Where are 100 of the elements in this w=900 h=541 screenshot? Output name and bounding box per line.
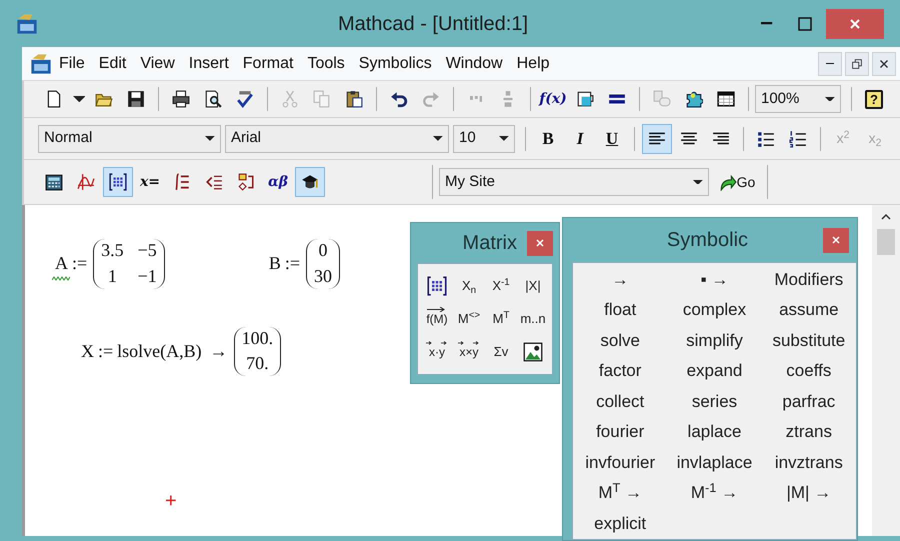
programming-icon <box>237 173 255 191</box>
symbolic-keyword-button[interactable]: invlaplace <box>667 447 762 478</box>
matrix-palette-button[interactable]: x·y <box>421 335 453 368</box>
menu-item[interactable]: Insert <box>182 52 236 76</box>
math-toolbar-button[interactable]: αβ <box>263 167 293 197</box>
vector-arrows-icon <box>457 341 481 346</box>
symbolic-keyword-button[interactable]: collect <box>573 386 668 416</box>
go-button[interactable]: Go <box>714 167 760 197</box>
matrix-palette-button[interactable]: M$^{<>}$ <box>453 302 485 335</box>
graduation-cap-icon <box>301 173 319 191</box>
text-style-button[interactable]: I <box>565 124 595 154</box>
symbolic-keyword-button[interactable]: Modifiers <box>762 264 856 294</box>
align-right-icon <box>712 130 730 148</box>
caret-icon <box>72 96 86 102</box>
menu-item[interactable]: View <box>133 52 182 76</box>
symbolic-keyword-button[interactable]: ztrans <box>762 416 856 447</box>
window-title: Mathcad - [Untitled:1] <box>336 12 530 36</box>
matrix-palette-button[interactable]: f(M) <box>421 302 453 335</box>
symbolic-keyword-button[interactable]: → <box>573 264 668 294</box>
image-icon <box>523 342 543 362</box>
menu-item[interactable]: File <box>52 52 92 76</box>
restore-button[interactable] <box>845 52 869 76</box>
spell-check-icon <box>236 90 254 108</box>
linked-documents-icon <box>653 90 671 108</box>
symbolic-keyword-button[interactable]: factor <box>573 356 668 386</box>
menu-item[interactable]: Tools <box>300 52 352 76</box>
variable-name: A <box>55 253 68 274</box>
print-preview-icon <box>204 90 222 108</box>
menu-item[interactable]: Format <box>236 52 300 76</box>
graph-icon <box>77 173 95 191</box>
matrix-element: 1 <box>106 266 118 287</box>
symbolic-keyword-button[interactable]: laplace <box>667 416 762 447</box>
matrix-element: −1 <box>138 266 157 287</box>
vector-arrows-icon <box>425 341 449 346</box>
symbolic-keyword-button[interactable]: parfrac <box>762 386 856 416</box>
font-dropdown[interactable]: Arial <box>225 124 449 152</box>
symbolic-keyword-button[interactable]: coeffs <box>762 356 856 386</box>
matrix-palette-button[interactable]: |X| <box>517 270 549 302</box>
menu-item[interactable]: Help <box>510 52 557 76</box>
help-button[interactable]: ? <box>859 84 889 114</box>
symbolic-keyword-button[interactable]: solve <box>573 325 668 356</box>
matrix-palette-button[interactable]: m..n <box>517 302 549 335</box>
matrix-palette-button[interactable]: Σv <box>485 335 517 368</box>
symbolic-keyword-button[interactable]: float <box>573 294 668 325</box>
bullet-list-icon <box>757 130 775 148</box>
matrix-palette-button[interactable]: X$^{-1}$ <box>485 270 517 302</box>
text-style-button[interactable]: U <box>597 124 627 154</box>
style-dropdown[interactable]: Normal <box>38 124 221 152</box>
symbolic-keyword-button[interactable]: complex <box>667 294 762 325</box>
menu-item[interactable]: Window <box>438 52 510 76</box>
minimize-icon <box>826 62 834 64</box>
copy-icon <box>313 90 331 108</box>
scissors-icon <box>281 90 299 108</box>
restore-icon <box>850 56 864 70</box>
symbolic-keyword-button[interactable]: substitute <box>762 325 856 356</box>
align-button[interactable] <box>642 124 672 154</box>
symbolic-keyword-button[interactable]: M$^{-1}$ → <box>667 478 762 508</box>
scrollbar-thumb[interactable] <box>877 229 895 255</box>
menu-item[interactable]: Symbolics <box>352 52 439 76</box>
symbolic-keyword-button[interactable]: series <box>667 386 762 416</box>
symbolic-keyword-button[interactable]: fourier <box>573 416 668 447</box>
undo-icon <box>390 90 408 108</box>
matrix-palette-button[interactable]: x×y <box>453 335 485 368</box>
font-size-dropdown[interactable]: 10 <box>453 124 515 152</box>
toolbar-button[interactable]: f(x) <box>538 84 568 114</box>
matrix-palette-button[interactable]: M$^{T}$ <box>485 302 517 335</box>
math-toolbar-button[interactable] <box>295 167 325 197</box>
symbolic-keyword-button[interactable]: explicit <box>573 508 668 538</box>
symbolic-keyword-button[interactable]: simplify <box>667 325 762 356</box>
symbolic-keyword-button[interactable]: M$^{T}$ → <box>573 478 668 508</box>
symbolic-keyword-button[interactable]: invztrans <box>762 447 856 478</box>
matrix-icon <box>427 276 447 296</box>
symbolic-keyword-button[interactable]: ▪ → <box>667 264 762 294</box>
new-document-icon <box>45 90 63 108</box>
symbolic-keyword-button[interactable]: |M| → <box>762 478 856 508</box>
symbolic-keyword-button[interactable]: expand <box>667 356 762 386</box>
panel-title: Matrix <box>462 231 517 256</box>
menu-item[interactable]: Edit <box>92 52 134 76</box>
matrix-palette-button[interactable]: X$_{n}$ <box>453 270 485 302</box>
caret-icon <box>433 136 443 141</box>
symbolic-keyword-button[interactable]: assume <box>762 294 856 325</box>
close-icon <box>534 237 546 249</box>
matrix-element: 30 <box>314 266 332 287</box>
puzzle-icon <box>685 90 703 108</box>
text-style-button[interactable]: B <box>533 124 563 154</box>
caret-icon <box>825 96 835 102</box>
symbolic-keyword-button[interactable]: invfourier <box>573 447 668 478</box>
address-dropdown[interactable]: My Site <box>439 168 709 196</box>
close-button[interactable] <box>872 52 896 76</box>
math-toolbar-button[interactable]: x= <box>135 167 165 197</box>
math-toolbar-button[interactable] <box>103 167 133 197</box>
zoom-dropdown[interactable]: 100% <box>755 85 841 113</box>
matrix-element: 100. <box>242 328 274 348</box>
app-logo-icon <box>30 52 52 74</box>
calculator-icon <box>45 173 63 191</box>
matrix-element: 3.5 <box>101 241 124 261</box>
panel-title: Symbolic <box>666 228 750 253</box>
matrix-element: −5 <box>138 241 157 261</box>
maximize-icon <box>797 16 813 32</box>
paste-icon <box>345 90 363 108</box>
